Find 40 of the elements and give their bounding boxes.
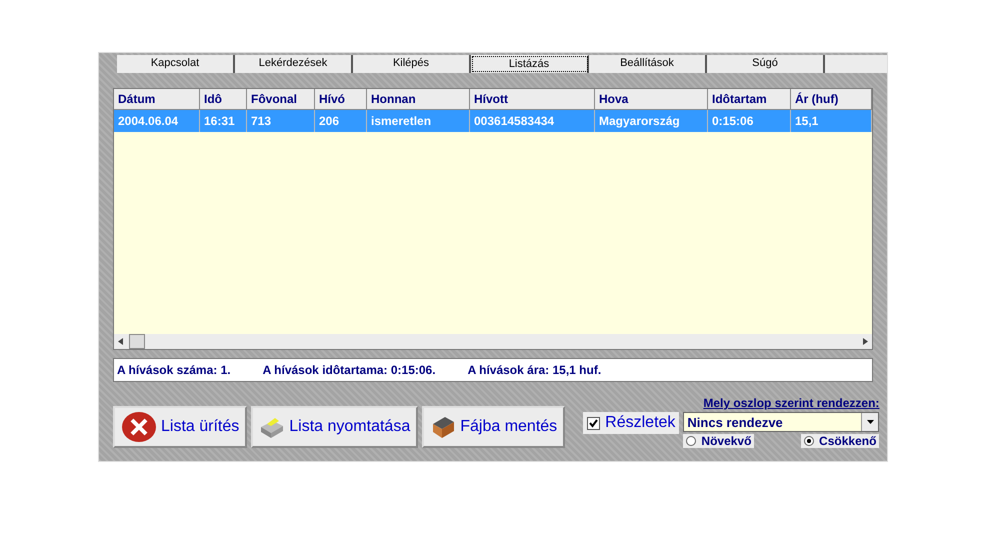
table-cell: 0:15:06 bbox=[708, 110, 791, 132]
column-header[interactable]: Hívó bbox=[315, 89, 367, 110]
table-cell: Magyarország bbox=[595, 110, 708, 132]
column-header[interactable]: Ár (huf) bbox=[791, 89, 872, 110]
column-header[interactable]: Dátum bbox=[114, 89, 200, 110]
action-button[interactable]: Lista ürítés bbox=[113, 406, 248, 448]
horizontal-scrollbar[interactable] bbox=[114, 334, 872, 349]
table-cell: 003614583434 bbox=[470, 110, 595, 132]
tab[interactable]: Listázás bbox=[471, 55, 589, 73]
summary-text: A hívások ára: 15,1 huf. bbox=[468, 363, 602, 377]
table-cell: 2004.06.04 bbox=[114, 110, 200, 132]
file-box-icon bbox=[430, 414, 456, 440]
column-header[interactable]: Hova bbox=[595, 89, 708, 110]
action-button[interactable]: Fájba mentés bbox=[422, 406, 566, 448]
printer-icon bbox=[259, 415, 286, 439]
sort-radio[interactable]: Csökkenő bbox=[801, 434, 880, 448]
table-cell: 713 bbox=[247, 110, 315, 132]
column-header[interactable]: Fôvonal bbox=[247, 89, 315, 110]
radio-icon[interactable] bbox=[804, 436, 814, 446]
table-cell: 15,1 bbox=[791, 110, 872, 132]
summary-text: A hívások idôtartama: 0:15:06. bbox=[262, 363, 436, 377]
table-cell: 206 bbox=[315, 110, 367, 132]
details-checkbox[interactable]: Részletek bbox=[583, 412, 680, 434]
column-header[interactable]: Hívott bbox=[470, 89, 595, 110]
summary-text: A hívások száma: 1. bbox=[117, 363, 231, 377]
column-header[interactable]: Honnan bbox=[367, 89, 470, 110]
scroll-left-icon[interactable] bbox=[118, 338, 123, 345]
column-header[interactable]: Idô bbox=[200, 89, 247, 110]
action-button[interactable]: Lista nyomtatása bbox=[251, 406, 418, 448]
radio-icon[interactable] bbox=[686, 436, 696, 446]
sort-dropdown[interactable]: Nincs rendezve bbox=[683, 412, 880, 432]
sort-radio[interactable]: Növekvő bbox=[683, 434, 754, 448]
checkbox-icon[interactable] bbox=[587, 416, 600, 430]
sort-label: Mely oszlop szerint rendezzen: bbox=[703, 396, 880, 410]
close-icon bbox=[121, 411, 157, 443]
scroll-thumb[interactable] bbox=[129, 334, 145, 349]
table-cell: ismeretlen bbox=[367, 110, 470, 132]
table-cell: 16:31 bbox=[200, 110, 247, 132]
scroll-right-icon[interactable] bbox=[863, 338, 868, 345]
column-header[interactable]: Idôtartam bbox=[708, 89, 791, 110]
